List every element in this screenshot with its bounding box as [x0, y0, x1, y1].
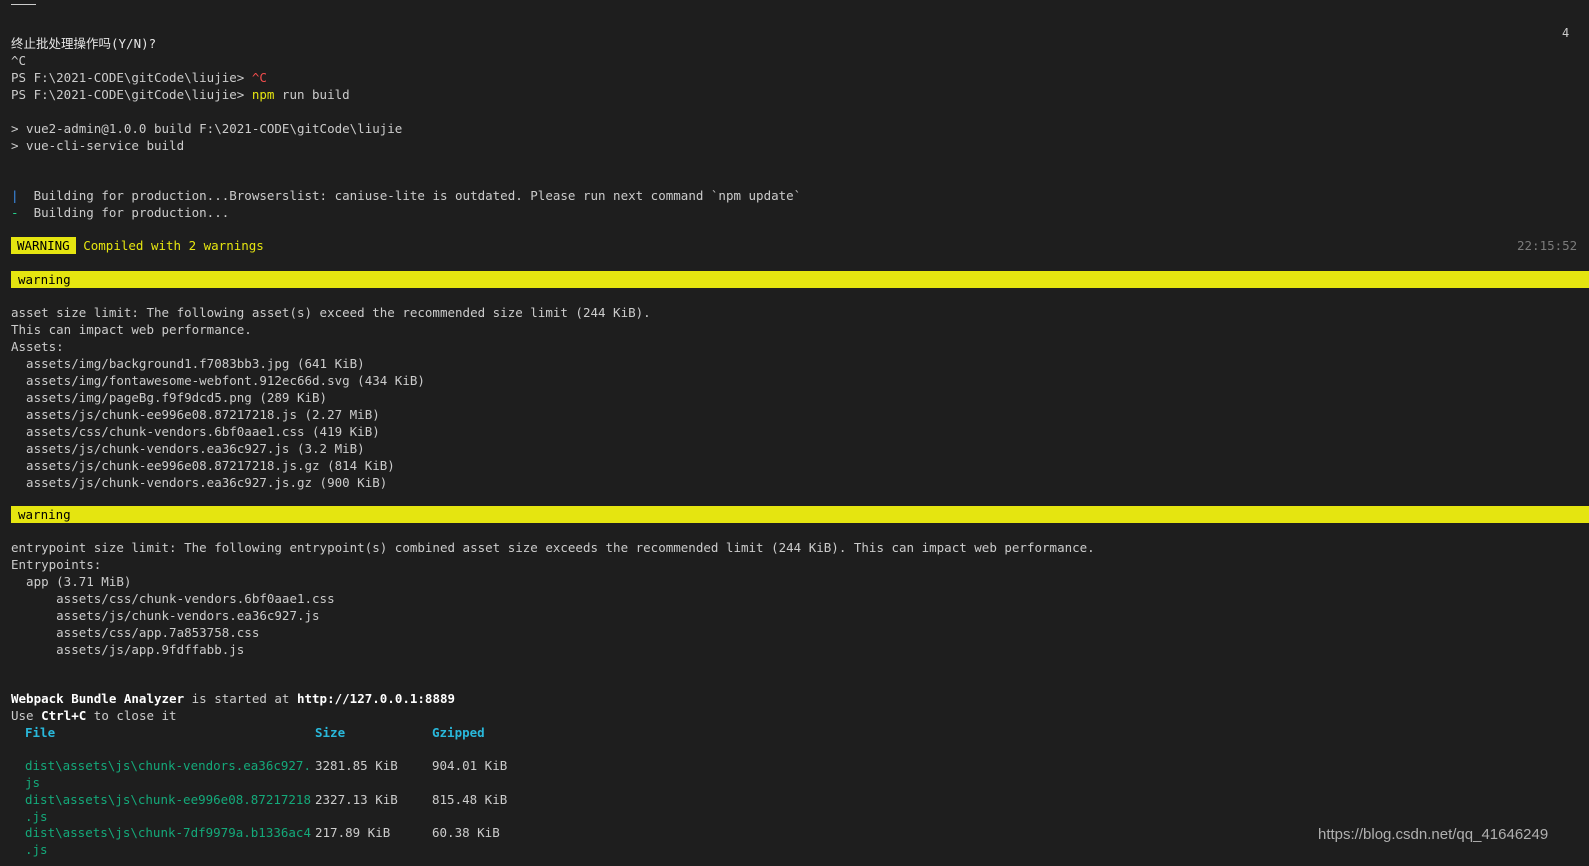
table-row-file-cont: .js — [25, 842, 48, 857]
entrypoint-item: assets/js/app.9fdffabb.js — [11, 642, 245, 657]
warning-bar-2: warning — [11, 506, 1589, 523]
entrypoint-limit-line: entrypoint size limit: The following ent… — [11, 540, 1095, 555]
entrypoint-app: app (3.71 MiB) — [11, 574, 132, 589]
building-text: Building for production...Browserslist: … — [18, 188, 802, 203]
table-row-gzip: 904.01 KiB — [432, 758, 508, 773]
table-row-gzip: 815.48 KiB — [432, 792, 508, 807]
shell-line-1: PS F:\2021-CODE\gitCode\liujie> ^C — [11, 69, 267, 86]
table-header-gzipped: Gzipped — [432, 725, 485, 740]
table-row-gzip: 60.38 KiB — [432, 825, 500, 840]
asset-item: assets/img/pageBg.f9f9dcd5.png (289 KiB) — [11, 390, 328, 405]
edge-glyph: 4 — [1562, 26, 1570, 40]
asset-item: assets/js/chunk-ee996e08.87217218.js (2.… — [11, 407, 380, 422]
building-text: Building for production... — [18, 205, 230, 220]
shell-prompt: PS F:\2021-CODE\gitCode\liujie> — [11, 87, 252, 102]
table-header-file: File — [25, 725, 56, 740]
table-header-size: Size — [315, 725, 346, 740]
table-row-size: 3281.85 KiB — [315, 758, 398, 773]
analyzer-line: Webpack Bundle Analyzer is started at ht… — [11, 690, 455, 707]
watermark: https://blog.csdn.net/qq_41646249 — [1318, 826, 1549, 843]
table-row-file-cont: js — [25, 775, 41, 790]
asset-item: assets/js/chunk-vendors.ea36c927.js (3.2… — [11, 441, 365, 456]
entrypoint-item: assets/js/chunk-vendors.ea36c927.js — [11, 608, 320, 623]
asset-limit-line: asset size limit: The following asset(s)… — [11, 305, 651, 320]
ctrl-c-echo: ^C — [11, 53, 27, 68]
spinner-icon: | — [11, 188, 19, 203]
asset-item: assets/js/chunk-vendors.ea36c927.js.gz (… — [11, 475, 388, 490]
terminal-panel[interactable]: 4 终止批处理操作吗(Y/N)? ^C PS F:\2021-CODE\gitC… — [0, 0, 1589, 866]
warning-bar-1: warning — [11, 271, 1589, 288]
assets-header: Assets: — [11, 339, 64, 354]
analyzer-middle: is started at — [184, 691, 297, 706]
table-row-size: 217.89 KiB — [315, 825, 391, 840]
asset-item: assets/css/chunk-vendors.6bf0aae1.css (4… — [11, 424, 380, 439]
compile-message: Compiled with 2 warnings — [76, 238, 264, 253]
building-line-2: - Building for production... — [11, 204, 229, 221]
compile-status: WARNING Compiled with 2 warnings — [11, 237, 264, 254]
analyzer-name: Webpack Bundle Analyzer — [11, 691, 185, 706]
table-row-file-cont: .js — [25, 809, 48, 824]
asset-item: assets/img/fontawesome-webfont.912ec66d.… — [11, 373, 425, 388]
compile-timestamp: 22:15:52 — [1517, 238, 1578, 253]
table-row-size: 2327.13 KiB — [315, 792, 398, 807]
close-hint-keys: Ctrl+C — [41, 708, 87, 723]
entrypoint-item: assets/css/chunk-vendors.6bf0aae1.css — [11, 591, 335, 606]
script-line-2: > vue-cli-service build — [11, 138, 185, 153]
asset-item: assets/js/chunk-ee996e08.87217218.js.gz … — [11, 458, 395, 473]
spinner-icon: - — [11, 205, 19, 220]
impact-line: This can impact web performance. — [11, 322, 252, 337]
entrypoints-header: Entrypoints: — [11, 557, 102, 572]
compile-message-text: Compiled with 2 warnings — [83, 238, 264, 253]
shell-line-2: PS F:\2021-CODE\gitCode\liujie> npm run … — [11, 86, 350, 103]
building-line-1: | Building for production...Browserslist… — [11, 187, 801, 204]
shell-command: ^C — [251, 70, 267, 85]
asset-item: assets/img/background1.f7083bb3.jpg (641… — [11, 356, 365, 371]
warning-badge: WARNING — [11, 237, 76, 254]
close-hint-prefix: Use — [11, 708, 42, 723]
table-row-file: dist\assets\js\chunk-vendors.ea36c927. — [25, 758, 311, 773]
npm-command: npm — [251, 87, 275, 102]
top-divider — [11, 4, 36, 5]
npm-args: run build — [274, 87, 350, 102]
script-line-1: > vue2-admin@1.0.0 build F:\2021-CODE\gi… — [11, 121, 403, 136]
close-hint-suffix: to close it — [86, 708, 177, 723]
analyzer-url-link[interactable]: http://127.0.0.1:8889 — [297, 691, 455, 706]
terminate-prompt: 终止批处理操作吗(Y/N)? — [11, 36, 157, 51]
shell-prompt: PS F:\2021-CODE\gitCode\liujie> — [11, 70, 252, 85]
entrypoint-item: assets/css/app.7a853758.css — [11, 625, 260, 640]
table-row-file: dist\assets\js\chunk-ee996e08.87217218 — [25, 792, 311, 807]
close-hint-line: Use Ctrl+C to close it — [11, 707, 177, 724]
table-row-file: dist\assets\js\chunk-7df9979a.b1336ac4 — [25, 825, 311, 840]
